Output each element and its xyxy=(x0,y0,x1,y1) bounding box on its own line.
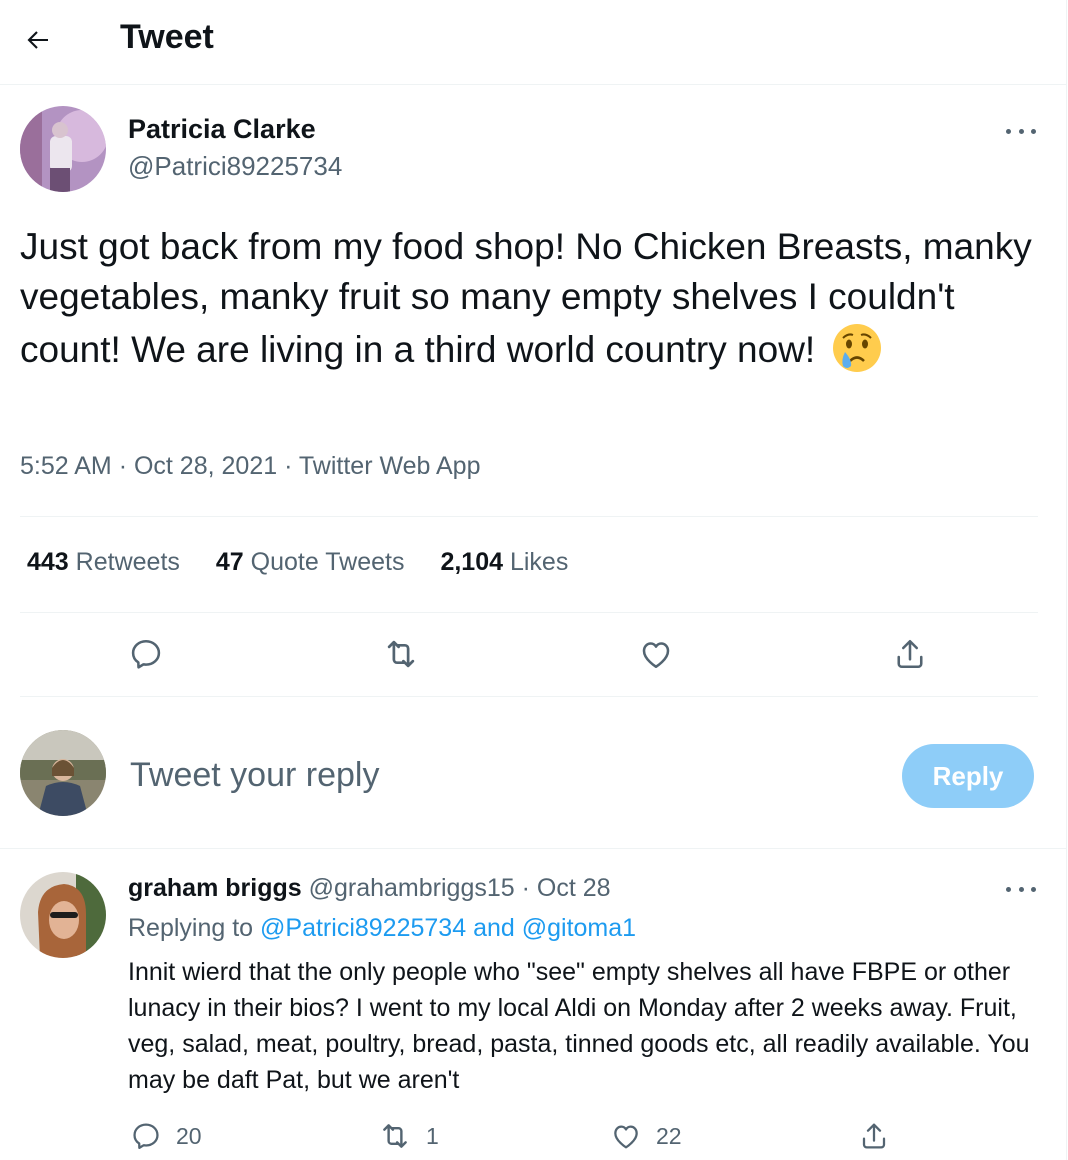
reply-author-handle[interactable]: @grahambriggs15 xyxy=(309,874,515,902)
author-avatar[interactable] xyxy=(20,106,106,192)
divider xyxy=(20,612,1038,613)
reply-more-options-icon[interactable] xyxy=(1006,884,1036,894)
share-button[interactable] xyxy=(888,632,932,676)
like-button[interactable] xyxy=(634,632,678,676)
divider xyxy=(20,516,1038,517)
retweet-icon xyxy=(383,1124,407,1148)
reply-date[interactable]: Oct 28 xyxy=(537,874,611,902)
quote-tweets-stat[interactable]: 47 Quote Tweets xyxy=(216,548,405,577)
share-icon xyxy=(862,1123,886,1149)
tweet-stats: 443 Retweets 47 Quote Tweets 2,104 Likes xyxy=(27,548,568,577)
tweet-date[interactable]: Oct 28, 2021 xyxy=(134,452,277,480)
replying-to: Replying to @Patrici89225734 and @gitoma… xyxy=(128,914,636,943)
crying-face-icon xyxy=(831,322,883,374)
replying-prefix: Replying to xyxy=(128,914,254,942)
reply-input[interactable]: Tweet your reply xyxy=(130,756,379,795)
reply-author-avatar[interactable] xyxy=(20,872,106,958)
reply-button[interactable] xyxy=(124,632,168,676)
reply-retweet-button[interactable]: 1 xyxy=(378,1118,439,1154)
reply-submit-button[interactable]: Reply xyxy=(902,744,1034,808)
tweet-source[interactable]: Twitter Web App xyxy=(299,452,481,480)
like-count: 22 xyxy=(656,1122,682,1149)
reply-icon xyxy=(133,1123,159,1149)
page-header: Tweet xyxy=(0,0,1066,85)
reply-author-name[interactable]: graham briggs xyxy=(128,874,302,902)
reply-separator: · xyxy=(521,874,530,902)
author-name[interactable]: Patricia Clarke xyxy=(128,114,316,145)
share-icon xyxy=(897,639,923,669)
retweet-button[interactable] xyxy=(379,632,423,676)
replying-user-link[interactable]: @gitoma1 xyxy=(522,914,636,942)
reply-icon xyxy=(131,639,161,669)
reply-like-button[interactable]: 22 xyxy=(610,1118,682,1154)
divider xyxy=(20,696,1038,697)
heart-icon xyxy=(642,642,670,669)
tweet-meta: 5:52 AM · Oct 28, 2021 · Twitter Web App xyxy=(20,452,480,481)
retweet-count: 1 xyxy=(426,1122,439,1149)
reply-share-button[interactable] xyxy=(858,1118,890,1154)
reply-author-line: graham briggs @grahambriggs15 · Oct 28 xyxy=(128,874,611,903)
page-title: Tweet xyxy=(120,18,214,56)
likes-stat[interactable]: 2,104 Likes xyxy=(440,548,568,577)
current-user-avatar[interactable] xyxy=(20,730,106,816)
replying-and[interactable]: and xyxy=(473,914,515,942)
retweet-icon xyxy=(387,640,415,668)
tweet-time[interactable]: 5:52 AM xyxy=(20,452,112,480)
tweet-text: Just got back from my food shop! No Chic… xyxy=(20,222,1050,375)
heart-icon xyxy=(614,1125,638,1149)
arrow-left-icon xyxy=(27,31,48,49)
divider xyxy=(0,848,1066,849)
back-button[interactable] xyxy=(18,20,58,60)
reply-reply-button[interactable]: 20 xyxy=(130,1118,202,1154)
retweets-stat[interactable]: 443 Retweets xyxy=(27,548,180,577)
replying-user-link[interactable]: @Patrici89225734 xyxy=(260,914,466,942)
more-options-icon[interactable] xyxy=(1006,126,1036,136)
meta-separator: · xyxy=(118,452,134,480)
meta-separator: · xyxy=(284,452,299,480)
reply-text: Innit wierd that the only people who "se… xyxy=(128,958,1030,1094)
author-handle[interactable]: @Patrici89225734 xyxy=(128,151,342,182)
reply-count: 20 xyxy=(176,1122,202,1149)
